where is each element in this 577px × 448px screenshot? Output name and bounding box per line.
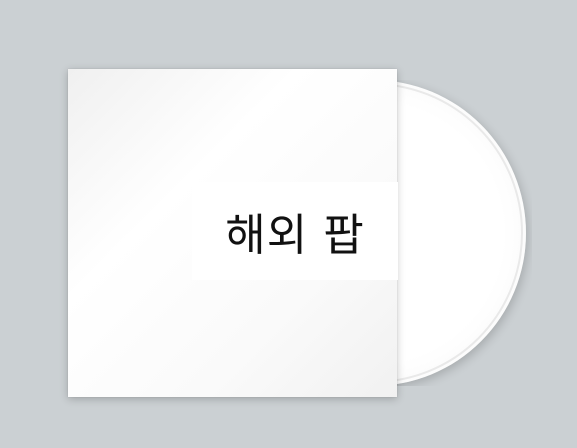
album-title-label: 해외 팝 xyxy=(192,182,398,280)
album-cover-scene: 해외 팝 xyxy=(0,0,577,448)
album-title: 해외 팝 xyxy=(225,210,365,261)
